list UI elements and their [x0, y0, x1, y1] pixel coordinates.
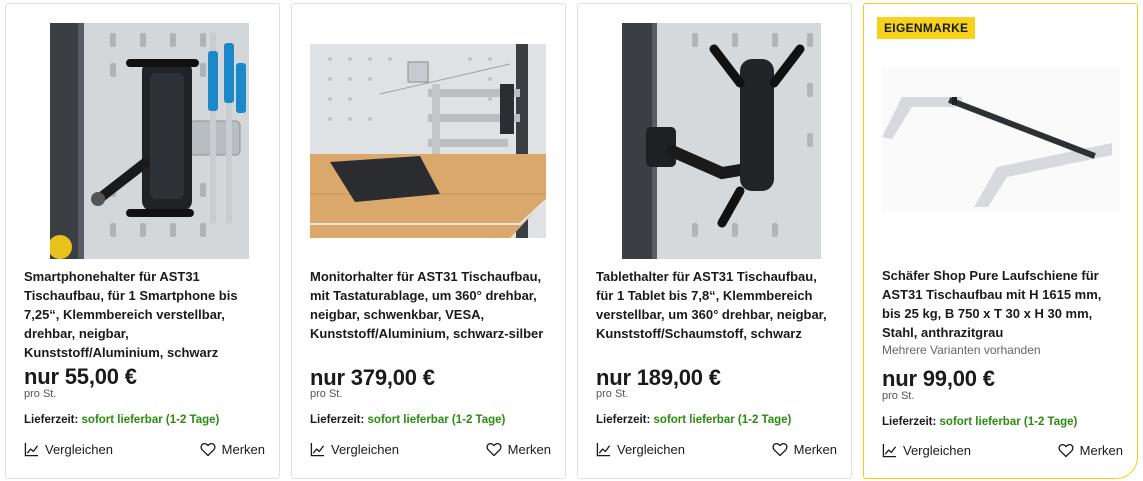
- wishlist-label: Merken: [1079, 443, 1123, 458]
- delivery-info: Lieferzeit: sofort lieferbar (1-2 Tage): [310, 414, 505, 426]
- wishlist-button[interactable]: Merken: [1058, 443, 1123, 458]
- compare-label: Vergleichen: [617, 442, 685, 457]
- wishlist-label: Merken: [221, 442, 265, 457]
- delivery-info: Lieferzeit: sofort lieferbar (1-2 Tage): [24, 414, 219, 426]
- compare-label: Vergleichen: [331, 442, 399, 457]
- price-unit: pro St.: [596, 388, 629, 400]
- product-card[interactable]: Smartphonehalter für AST31 Tischaufbau, …: [5, 3, 280, 479]
- compare-button[interactable]: Vergleichen: [596, 442, 685, 457]
- price-unit: pro St.: [310, 388, 343, 400]
- card-actions: Vergleichen Merken: [596, 442, 837, 462]
- compare-label: Vergleichen: [903, 443, 971, 458]
- product-price: nur 99,00 €: [882, 366, 995, 391]
- card-actions: Vergleichen Merken: [310, 442, 551, 462]
- wishlist-button[interactable]: Merken: [772, 442, 837, 457]
- delivery-label: Lieferzeit:: [24, 414, 79, 426]
- delivery-status: sofort lieferbar (1-2 Tage): [653, 414, 792, 426]
- heart-icon: [486, 442, 502, 457]
- chart-line-icon: [596, 442, 611, 457]
- compare-button[interactable]: Vergleichen: [310, 442, 399, 457]
- delivery-status: sofort lieferbar (1-2 Tage): [367, 414, 506, 426]
- product-price: nur 55,00 €: [24, 364, 137, 389]
- wishlist-label: Merken: [793, 442, 837, 457]
- delivery-label: Lieferzeit:: [882, 416, 937, 428]
- chart-line-icon: [24, 442, 39, 457]
- delivery-status: sofort lieferbar (1-2 Tage): [81, 414, 220, 426]
- heart-icon: [1058, 443, 1074, 458]
- price-unit: pro St.: [24, 388, 57, 400]
- variants-note: Mehrere Varianten vorhanden: [882, 343, 1041, 357]
- product-image[interactable]: [882, 67, 1120, 212]
- delivery-status: sofort lieferbar (1-2 Tage): [939, 416, 1078, 428]
- heart-icon: [772, 442, 788, 457]
- brand-badge: EIGENMARKE: [877, 17, 976, 39]
- heart-icon: [200, 442, 216, 457]
- delivery-label: Lieferzeit:: [310, 414, 365, 426]
- product-image[interactable]: [50, 23, 249, 259]
- product-title[interactable]: Tablethalter für AST31 Tischaufbau, für …: [596, 267, 836, 343]
- wishlist-button[interactable]: Merken: [486, 442, 551, 457]
- card-actions: Vergleichen Merken: [24, 442, 265, 462]
- compare-label: Vergleichen: [45, 442, 113, 457]
- compare-button[interactable]: Vergleichen: [882, 443, 971, 458]
- delivery-info: Lieferzeit: sofort lieferbar (1-2 Tage): [882, 416, 1077, 428]
- chart-line-icon: [882, 443, 897, 458]
- product-title[interactable]: Schäfer Shop Pure Laufschiene für AST31 …: [882, 266, 1122, 342]
- delivery-label: Lieferzeit:: [596, 414, 651, 426]
- chart-line-icon: [310, 442, 325, 457]
- price-unit: pro St.: [882, 390, 915, 402]
- product-card[interactable]: Tablethalter für AST31 Tischaufbau, für …: [577, 3, 852, 479]
- compare-button[interactable]: Vergleichen: [24, 442, 113, 457]
- product-image[interactable]: [622, 23, 821, 259]
- card-actions: Vergleichen Merken: [882, 443, 1123, 463]
- product-title[interactable]: Smartphonehalter für AST31 Tischaufbau, …: [24, 267, 264, 362]
- product-card[interactable]: Monitorhalter für AST31 Tischaufbau, mit…: [291, 3, 566, 479]
- product-title[interactable]: Monitorhalter für AST31 Tischaufbau, mit…: [310, 267, 550, 343]
- product-image[interactable]: [310, 44, 546, 238]
- product-card[interactable]: EIGENMARKE Schäfer Shop Pure Laufschiene…: [863, 3, 1138, 479]
- wishlist-button[interactable]: Merken: [200, 442, 265, 457]
- wishlist-label: Merken: [507, 442, 551, 457]
- product-grid: Smartphonehalter für AST31 Tischaufbau, …: [5, 3, 1138, 479]
- delivery-info: Lieferzeit: sofort lieferbar (1-2 Tage): [596, 414, 791, 426]
